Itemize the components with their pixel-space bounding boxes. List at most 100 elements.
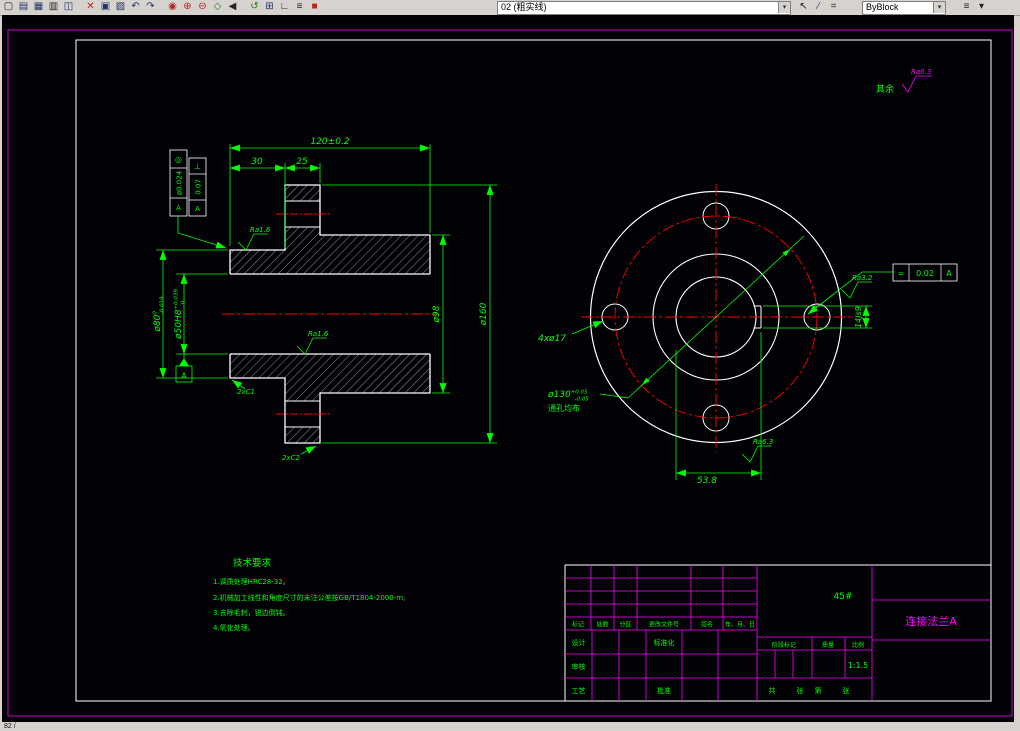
tb-sheet-di: 第 bbox=[815, 686, 822, 695]
zoom-in-icon[interactable]: ⊕ bbox=[181, 1, 194, 13]
roughness-keyway-label: Ra3.2 bbox=[852, 274, 873, 282]
tb-sheet-gong: 共 bbox=[769, 686, 776, 695]
dim-seg1-label: 30 bbox=[251, 157, 263, 167]
fcf-perpendicularity: ⊥ 0.07 A bbox=[188, 157, 207, 217]
chamfer1-label: 2xC1 bbox=[237, 388, 255, 396]
drawing-canvas[interactable]: 120±0.2 30 25 ø160 ø98 ø800-0.019 ø50H8+… bbox=[2, 15, 1014, 722]
tb-scale-header: 比例 bbox=[852, 641, 864, 649]
pick-arrow-icon[interactable]: ↖ bbox=[797, 1, 810, 13]
section-dimension-lines bbox=[159, 144, 494, 443]
svg-text:ø50H8+0.0390: ø50H8+0.0390 bbox=[174, 289, 187, 340]
cut-icon[interactable]: ✕ bbox=[84, 1, 97, 13]
tb-header-chushu: 处数 bbox=[596, 621, 608, 629]
dim-d98-label: ø98 bbox=[432, 305, 442, 323]
tech-line-1: 1.调质处理HRC28-32。 bbox=[213, 577, 290, 586]
svg-text:ø800-0.019: ø800-0.019 bbox=[153, 296, 166, 333]
tb-role-standard: 标准化 bbox=[654, 638, 675, 647]
grid-icon[interactable]: ⊞ bbox=[263, 1, 276, 13]
linestyle-select[interactable]: ByBlock ▾ bbox=[862, 1, 946, 15]
zoom-out-icon[interactable]: ⊖ bbox=[196, 1, 209, 13]
fcf1-datum: A bbox=[176, 204, 181, 212]
copy-icon[interactable]: ▣ bbox=[99, 1, 112, 13]
tb-scale-value: 1:1.5 bbox=[848, 661, 869, 670]
front-view: ø130+0.05 -0.05 通孔均布 4xø17 53.8 14Js9 = 0… bbox=[538, 184, 958, 486]
open-icon[interactable]: ▤ bbox=[17, 1, 30, 13]
save-icon[interactable]: ▦ bbox=[32, 1, 45, 13]
roughness-face-label: Ra6.3 bbox=[753, 438, 773, 446]
bcd-label: ø130+0.05 -0.05 bbox=[547, 390, 589, 403]
tech-line-2: 2.机械加工线性和角度尺寸的未注公差按GB/T1804-2000-m; bbox=[213, 593, 405, 602]
tb-header-wenjian: 更改文件号 bbox=[649, 621, 679, 629]
roughness-bore-label: Ra1.6 bbox=[308, 330, 329, 338]
tb-header-biaoji: 标记 bbox=[572, 621, 584, 629]
roughness-face-icon: Ra6.3 bbox=[741, 438, 773, 463]
linestyle-select-value: ByBlock bbox=[866, 2, 899, 12]
tb-header-fenqu: 分区 bbox=[619, 621, 631, 629]
roughness-keyway-icon: Ra3.2 bbox=[841, 274, 873, 299]
tech-line-3: 3.去除毛刺，锐边倒钝。 bbox=[213, 608, 290, 617]
technical-requirements: 技术要求 1.调质处理HRC28-32。 2.机械加工线性和角度尺寸的未注公差按… bbox=[213, 557, 405, 632]
toolbar-icon-group: ▢ ▤ ▦ ▥ ◫ ✕ ▣ ▨ ↶ ↷ ◉ ⊕ ⊖ ◇ ◀ ↺ ⊞ ∟ ≡ ■ bbox=[2, 1, 321, 13]
dim-length-label: 120±0.2 bbox=[310, 137, 349, 147]
dim-d160-label: ø160 bbox=[479, 302, 489, 326]
section-extension-lines bbox=[156, 144, 497, 444]
menu-down-icon[interactable]: ▾ bbox=[975, 1, 988, 13]
pen-icon[interactable]: ∕ bbox=[812, 1, 825, 13]
chamfer2-label: 2xC2 bbox=[282, 454, 300, 462]
paste-icon[interactable]: ▨ bbox=[114, 1, 127, 13]
drawing-area[interactable]: 120±0.2 30 25 ø160 ø98 ø800-0.019 ø50H8+… bbox=[2, 15, 1014, 722]
tb-part-name: 连接法兰A bbox=[905, 614, 957, 628]
main-toolbar: ▢ ▤ ▦ ▥ ◫ ✕ ▣ ▨ ↶ ↷ ◉ ⊕ ⊖ ◇ ◀ ↺ ⊞ ∟ ≡ ■ … bbox=[0, 0, 1020, 16]
keyway-depth-label: 53.8 bbox=[697, 476, 717, 486]
refresh-icon[interactable]: ↺ bbox=[248, 1, 261, 13]
fcf2-value: 0.07 bbox=[195, 179, 203, 195]
fcf-front-value: 0.02 bbox=[916, 269, 934, 278]
paper-border bbox=[7, 29, 1013, 717]
prev-view-icon[interactable]: ◀ bbox=[226, 1, 239, 13]
ortho-icon[interactable]: ∟ bbox=[278, 1, 291, 13]
status-bar: 82 / bbox=[0, 722, 1020, 731]
tech-title: 技术要求 bbox=[233, 557, 272, 569]
tb-stage-header: 阶段标记 bbox=[772, 641, 796, 649]
section-view: 120±0.2 30 25 ø160 ø98 ø800-0.019 ø50H8+… bbox=[153, 137, 497, 462]
dim-d80-label: ø800-0.019 bbox=[153, 296, 166, 333]
fcf1-symbol: ◎ bbox=[175, 155, 182, 164]
roughness-bore-icon: Ra1.6 bbox=[296, 330, 329, 355]
fcf1-value: ø0.024 bbox=[176, 170, 184, 195]
layers-icon[interactable]: ≡ bbox=[293, 1, 306, 13]
tb-sheet-zhang1: 张 bbox=[797, 686, 804, 695]
linewidth-icon[interactable]: = bbox=[827, 1, 840, 13]
fcf2-datum: A bbox=[195, 205, 200, 213]
status-left-text: 82 / bbox=[4, 723, 16, 730]
tb-material: 45# bbox=[834, 592, 853, 602]
zoom-all-icon[interactable]: ◉ bbox=[166, 1, 179, 13]
general-note-label: 其余 bbox=[876, 83, 894, 95]
color-icon[interactable]: ■ bbox=[308, 1, 321, 13]
front-centerlines bbox=[581, 184, 851, 452]
tb-header-qianming: 签名 bbox=[701, 621, 713, 629]
tb-role-process: 工艺 bbox=[572, 687, 586, 695]
redo-icon[interactable]: ↷ bbox=[144, 1, 157, 13]
tb-role-check: 审核 bbox=[572, 662, 586, 671]
tb-role-design: 设计 bbox=[572, 638, 586, 647]
keyway-width-label: 14Js9 bbox=[854, 306, 863, 328]
chevron-down-icon[interactable]: ▾ bbox=[778, 2, 790, 13]
fcf-symmetry: = 0.02 A bbox=[807, 263, 958, 315]
layer-select[interactable]: 02 (粗实线) ▾ bbox=[497, 1, 791, 15]
chevron-down-icon[interactable]: ▾ bbox=[933, 2, 945, 13]
new-icon[interactable]: ▢ bbox=[2, 1, 15, 13]
print-icon[interactable]: ▥ bbox=[47, 1, 60, 13]
tb-sheet-zhang2: 张 bbox=[843, 686, 850, 695]
title-block: 标记 处数 分区 更改文件号 签名 年、月、日 设计 标准化 审核 工艺 批准 … bbox=[564, 564, 991, 701]
pan-icon[interactable]: ◇ bbox=[211, 1, 224, 13]
general-roughness-note: 其余 Ra6.3 bbox=[876, 68, 932, 95]
roughness-hub-label: Ra1.6 bbox=[250, 226, 271, 234]
title-block-grid bbox=[565, 565, 991, 701]
fcf-front-datum: A bbox=[946, 269, 952, 278]
list-icon[interactable]: ≡ bbox=[960, 1, 973, 13]
dim-seg2-label: 25 bbox=[296, 157, 308, 167]
keyway-depth-dim: 53.8 bbox=[675, 332, 762, 486]
preview-icon[interactable]: ◫ bbox=[62, 1, 75, 13]
holes-note-label: 通孔均布 bbox=[548, 403, 580, 413]
undo-icon[interactable]: ↶ bbox=[129, 1, 142, 13]
